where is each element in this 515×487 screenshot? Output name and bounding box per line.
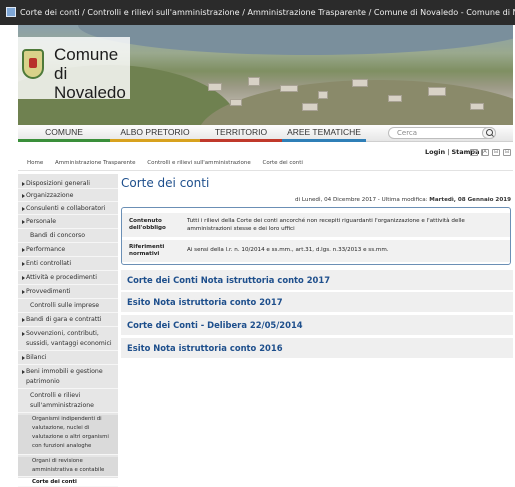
browser-tab-icon [6, 7, 16, 17]
nav-albo-pretorio[interactable]: ALBO PRETORIO [110, 125, 200, 142]
info-label: Riferimenti normativi [129, 244, 165, 257]
chevron-right-icon [22, 332, 25, 336]
document-link[interactable]: Esito Nota istruttoria conto 2017 [121, 292, 513, 312]
nav-comune-underline [18, 139, 110, 142]
utility-separator: | [447, 148, 450, 156]
sidebar-item-controlli-rilievi[interactable]: Controlli e rilievi sull'amministrazione [18, 391, 118, 413]
info-row-riferimenti: Riferimenti normativi Ai sensi della l.r… [122, 240, 510, 262]
divider [18, 170, 513, 171]
font-size-icon[interactable]: A [481, 149, 489, 156]
search-input[interactable]: Cerca [388, 127, 496, 139]
info-row-contenuto: Contenuto dell'obbligo Tutti i rilievi d… [122, 213, 510, 237]
document-link[interactable]: Corte dei Conti - Delibera 22/05/2014 [121, 315, 513, 335]
font-increase-icon[interactable]: + [470, 149, 478, 156]
breadcrumb-home[interactable]: Home [27, 160, 43, 166]
obligation-info-box: Contenuto dell'obbligo Tutti i rilievi d… [121, 207, 511, 265]
info-value: Ai sensi della l.r. n. 10/2014 e ss.mm.,… [187, 247, 389, 253]
nav-aree-tematiche[interactable]: AREE TEMATICHE [282, 125, 366, 142]
sidebar-item-disposizioni[interactable]: Disposizioni generali [18, 179, 118, 189]
sidebar-item-personale[interactable]: Personale [18, 217, 118, 229]
sidebar-item-provvedimenti[interactable]: Provvedimenti [18, 287, 118, 299]
sidebar-item-attivita[interactable]: Attività e procedimenti [18, 273, 118, 285]
header-banner: Comune di Novaledo [18, 25, 513, 125]
window-title: Corte dei conti / Controlli e rilievi su… [20, 7, 515, 17]
nav-comune[interactable]: COMUNE [18, 125, 110, 142]
sidebar-item-performance[interactable]: Performance [18, 245, 118, 257]
sidebar-item-consulenti[interactable]: Consulenti e collaboratori [18, 204, 118, 215]
chevron-right-icon [22, 182, 25, 186]
chevron-right-icon [22, 318, 25, 322]
document-link[interactable]: Corte dei Conti Nota istruttoria conto 2… [121, 270, 513, 290]
nav-aree-underline [282, 139, 366, 142]
breadcrumb-current: Corte dei conti [262, 160, 303, 166]
sidebar-item-enti-controllati[interactable]: Enti controllati [18, 259, 118, 271]
chevron-right-icon [22, 276, 25, 280]
coat-of-arms-icon [22, 49, 44, 79]
sidebar-item-bandi-gara[interactable]: Bandi di gara e contratti [18, 315, 118, 327]
login-link[interactable]: Login [425, 148, 445, 156]
chevron-right-icon [22, 290, 25, 294]
publication-dates: di Lunedì, 04 Dicembre 2017 - Ultima mod… [295, 196, 511, 205]
main-content: Corte dei conti di Lunedì, 04 Dicembre 2… [121, 174, 513, 487]
layout-icon[interactable]: ⊟ [492, 149, 500, 156]
sidebar-item-beni-immobili[interactable]: Beni immobili e gestione patrimonio [18, 367, 118, 389]
dates-text: di Lunedì, 04 Dicembre 2017 - Ultima mod… [295, 197, 430, 203]
info-label: Contenuto dell'obbligo [129, 218, 166, 231]
page-title: Corte dei conti [121, 176, 210, 190]
sidebar-subitem-organismi[interactable]: Organismi indipendenti di valutazione, n… [18, 415, 118, 455]
search-icon[interactable] [482, 127, 496, 139]
chevron-right-icon [22, 207, 25, 211]
breadcrumb-amministrazione[interactable]: Amministrazione Trasparente [55, 160, 136, 166]
logo-line-1: Comune di [54, 45, 119, 83]
site-logo[interactable]: Comune di Novaledo [18, 37, 130, 102]
contrast-icon[interactable]: ⊟ [503, 149, 511, 156]
breadcrumb: Home Amministrazione Trasparente Control… [27, 157, 313, 169]
last-modified-date: Martedì, 08 Gennaio 2019 [429, 197, 511, 203]
main-nav: COMUNE ALBO PRETORIO TERRITORIO AREE TEM… [18, 125, 513, 142]
sidebar-nav: Disposizioni generali Organizzazione Con… [18, 174, 118, 487]
chevron-right-icon [22, 220, 25, 224]
chevron-right-icon [22, 356, 25, 360]
chevron-right-icon [22, 262, 25, 266]
sidebar-subitem-corte-conti[interactable]: Corte dei conti [18, 478, 118, 487]
chevron-right-icon [22, 194, 25, 198]
nav-albo-underline [110, 139, 200, 142]
logo-line-2: Novaledo [54, 83, 126, 102]
sidebar-item-controlli-imprese[interactable]: Controlli sulle imprese [18, 301, 118, 313]
sidebar-item-organizzazione[interactable]: Organizzazione [18, 191, 118, 202]
chevron-right-icon [22, 370, 25, 374]
breadcrumb-controlli[interactable]: Controlli e rilievi sull'amministrazione [147, 160, 250, 166]
window-title-bar: Corte dei conti / Controlli e rilievi su… [0, 0, 515, 25]
sidebar-item-bilanci[interactable]: Bilanci [18, 353, 118, 365]
nav-territorio[interactable]: TERRITORIO [200, 125, 282, 142]
nav-territorio-underline [200, 139, 282, 142]
info-value: Tutti i rilievi della Corte dei conti an… [187, 218, 465, 232]
sidebar-item-sovvenzioni[interactable]: Sovvenzioni, contributi, sussidi, vantag… [18, 329, 118, 351]
chevron-right-icon [22, 248, 25, 252]
document-link[interactable]: Esito Nota istruttoria conto 2016 [121, 338, 513, 358]
sidebar-item-bandi-concorso[interactable]: Bandi di concorso [18, 231, 118, 243]
sidebar-subitem-organi-revisione[interactable]: Organi di revisione amministrativa e con… [18, 457, 118, 477]
